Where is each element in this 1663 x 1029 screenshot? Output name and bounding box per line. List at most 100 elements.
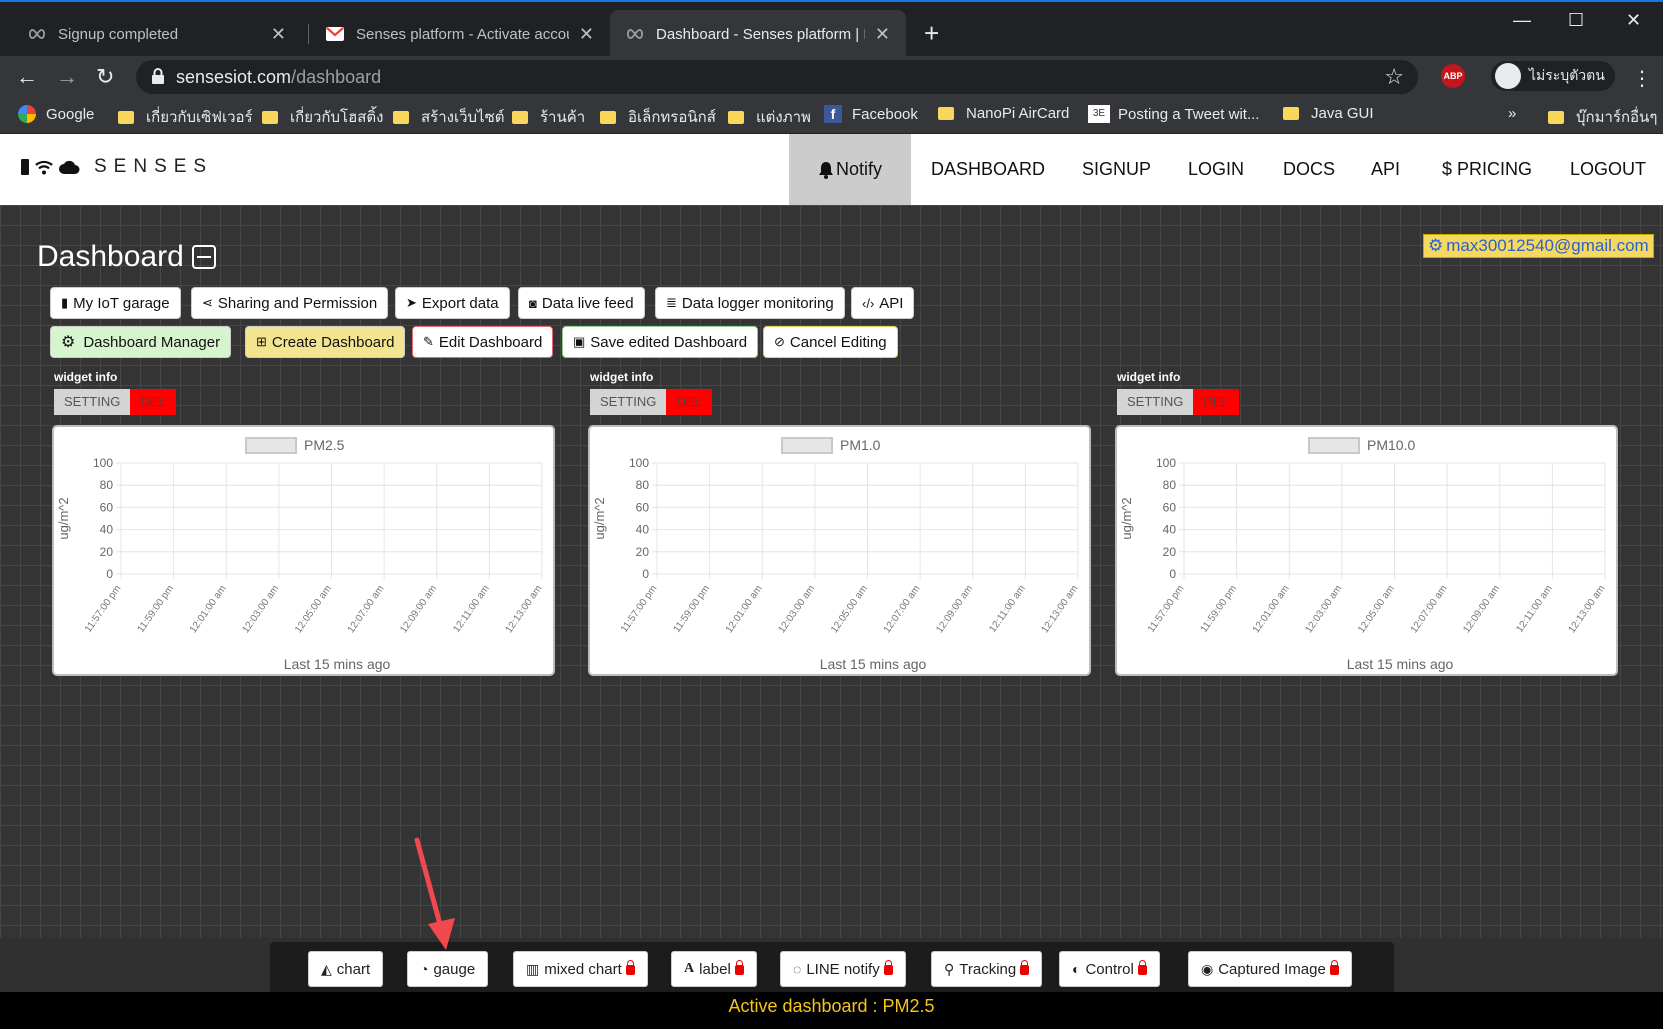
widget-controls: SETTING DEL [1117,389,1239,415]
nav-api[interactable]: API [1355,134,1416,205]
tab-activate-account[interactable]: Senses platform - Activate accou ✕ [310,10,610,58]
site-logo[interactable]: SENSES [20,156,213,178]
forward-arrow-icon[interactable]: → [56,64,78,90]
setting-button[interactable]: SETTING [54,389,131,415]
close-icon[interactable]: ✕ [579,24,594,45]
bookmark-folder[interactable]: สร้างเว็บไซต์ [393,105,505,129]
collapse-icon[interactable] [191,245,216,269]
bookmark-folder[interactable]: ร้านค้า [512,105,585,129]
x-axis-title: Last 15 mins ago [820,656,927,672]
setting-button[interactable]: SETTING [590,389,667,415]
x-tick-label: 12:01:00 am [188,583,229,635]
x-tick-label: 12:09:00 am [1461,583,1502,635]
font-icon: A [684,961,695,976]
nav-login[interactable]: LOGIN [1172,134,1260,205]
rss-icon: ◙ [529,295,537,311]
my-iot-garage-button[interactable]: ▮ My IoT garage [50,287,181,319]
bookmark-label: แต่งภาพ [756,109,811,126]
bookmark-folder[interactable]: Java GUI [1283,105,1374,122]
y-tick-label: 100 [1156,456,1176,470]
save-icon: ▣ [573,334,586,349]
tab-title: Signup completed [58,25,179,43]
menu-kebab-icon[interactable]: ⋮ [1632,66,1652,91]
nav-dashboard[interactable]: DASHBOARD [915,134,1061,205]
other-bookmarks[interactable]: บุ๊กมาร์กอื่นๆ [1548,105,1657,129]
sharing-permission-button[interactable]: ⋖ Sharing and Permission [191,287,389,319]
bookmarks-overflow-button[interactable]: » [1508,105,1516,122]
y-tick-label: 100 [629,456,649,470]
chart-widget-pm25[interactable]: PM2.5 11:57:00 pm 11:59:00 pm 12:01:00 am 12… [54,427,553,674]
x-tick-label: 11:59:00 pm [672,583,712,634]
dashboard-manager-button[interactable]: ⚙ Dashboard Manager [50,326,232,358]
bookmark-tweet[interactable]: 3E Posting a Tweet wit... [1088,105,1259,123]
edit-icon: ✎ [423,334,434,349]
cancel-editing-button[interactable]: ⊘ Cancel Editing [763,326,898,358]
maximize-button[interactable]: ☐ [1568,10,1584,31]
nav-docs[interactable]: DOCS [1267,134,1351,205]
reload-icon[interactable]: ↻ [96,64,114,90]
delete-button[interactable]: DEL [666,389,712,415]
address-bar[interactable]: sensesiot.com/dashboard ☆ [136,60,1418,94]
label-widget-button[interactable]: Alabel [671,951,757,987]
export-data-button[interactable]: ➤ Export data [395,287,510,319]
site-header: SENSES Notify DASHBOARD SIGNUP LOGIN DOC… [0,134,1663,205]
chart-widget-pm100[interactable]: PM10.0 11:57:00 pm 11:59:00 pm 12:01:00 am 1… [1117,427,1616,674]
minimize-button[interactable]: — [1513,10,1531,31]
bookmark-folder[interactable]: เกี่ยวกับเซิฟเวอร์ [118,105,253,129]
control-widget-button[interactable]: ◐ Control [1059,951,1160,987]
x-tick-label: 12:07:00 am [346,583,387,635]
folder-icon [728,110,744,124]
gauge-widget-button[interactable]: ◔ gauge [407,951,489,987]
nav-signup[interactable]: SIGNUP [1066,134,1167,205]
edit-dashboard-button[interactable]: ✎ Edit Dashboard [412,326,554,358]
y-tick-label: 80 [636,478,650,492]
bookmark-label: สร้างเว็บไซต์ [421,109,505,126]
close-window-button[interactable]: ✕ [1626,10,1641,31]
y-tick-label: 60 [636,500,650,514]
data-logger-monitoring-button[interactable]: ≣ Data logger monitoring [655,287,845,319]
y-axis-title: ug/m^2 [56,497,71,539]
nav-notify[interactable]: Notify [789,134,911,205]
tab-title: Senses platform - Activate accou [356,25,569,43]
line-chart: PM1.0 11:57:00 pm 11:59:00 pm 12:01:00 am 12… [592,437,1080,672]
bookmark-google[interactable]: Google [18,105,94,123]
mixed-chart-widget-button[interactable]: ▥ mixed chart [513,951,648,987]
google-icon [18,105,36,123]
create-dashboard-button[interactable]: ⊞ Create Dashboard [245,326,406,358]
chart-widget-pm10[interactable]: PM1.0 11:57:00 pm 11:59:00 pm 12:01:00 am 12… [590,427,1089,674]
back-arrow-icon[interactable]: ← [16,64,38,90]
nav-logout[interactable]: LOGOUT [1554,134,1662,205]
captured-image-widget-button[interactable]: ◉ Captured Image [1188,951,1352,987]
bookmark-folder[interactable]: อิเล็กทรอนิกส์ [600,105,716,129]
bookmark-facebook[interactable]: f Facebook [824,105,918,123]
incognito-profile[interactable]: ไม่ระบุตัวตน [1491,61,1615,91]
bookmark-folder[interactable]: NanoPi AirCard [938,105,1069,122]
line-notify-widget-button[interactable]: ◌ LINE notify [780,951,906,987]
bookmark-folder[interactable]: แต่งภาพ [728,105,811,129]
tab-dashboard[interactable]: Dashboard - Senses platform | In ✕ [610,10,906,58]
chart-widget-button[interactable]: ◭ chart [308,951,384,987]
delete-button[interactable]: DEL [130,389,176,415]
user-badge[interactable]: ⚙ max30012540@gmail.com [1423,234,1654,258]
setting-button[interactable]: SETTING [1117,389,1194,415]
data-live-feed-button[interactable]: ◙ Data live feed [518,287,645,319]
button-label: API [879,294,904,312]
close-icon[interactable]: ✕ [271,24,286,45]
api-button[interactable]: ‹/› API [851,287,915,319]
star-icon[interactable]: ☆ [1384,64,1404,90]
save-edited-dashboard-button[interactable]: ▣ Save edited Dashboard [562,326,759,358]
x-tick-label: 12:05:00 am [829,583,870,635]
close-icon[interactable]: ✕ [875,24,890,45]
nav-pricing[interactable]: $ PRICING [1426,134,1548,205]
delete-button[interactable]: DEL [1193,389,1239,415]
x-tick-label: 12:01:00 am [1251,583,1292,635]
new-tab-button[interactable]: + [924,18,939,49]
tab-signup-completed[interactable]: Signup completed ✕ [12,10,302,58]
button-label: Captured Image [1218,960,1326,978]
x-tick-label: 12:09:00 am [934,583,975,635]
y-axis-title: ug/m^2 [1119,497,1134,539]
status-bar: Active dashboard : PM2.5 [0,992,1663,1029]
tracking-widget-button[interactable]: ⚲ Tracking [931,951,1043,987]
adblock-icon[interactable]: ABP [1441,64,1465,88]
bookmark-folder[interactable]: เกี่ยวกับโฮสติ้ง [262,105,383,129]
